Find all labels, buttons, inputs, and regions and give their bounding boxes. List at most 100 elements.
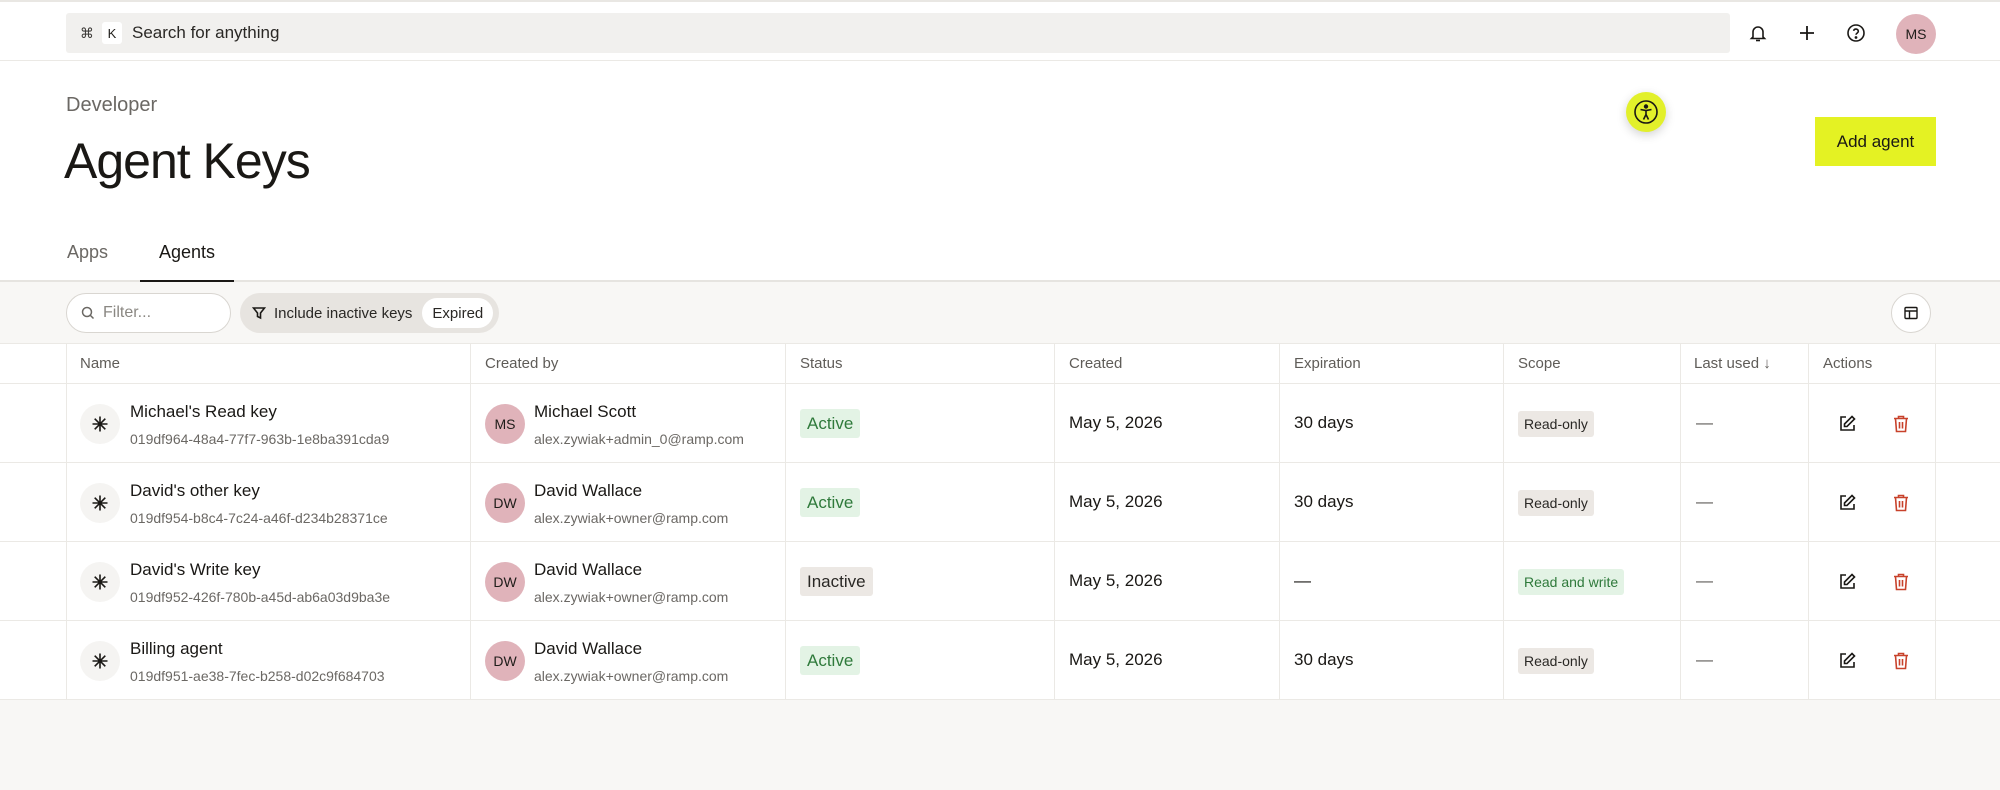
- scope-badge: Read-only: [1518, 411, 1594, 437]
- key-name[interactable]: Michael's Read key: [130, 402, 277, 422]
- add-agent-button[interactable]: Add agent: [1815, 117, 1936, 166]
- asterisk-icon: [80, 641, 120, 681]
- created-date: May 5, 2026: [1069, 413, 1163, 432]
- status-badge: Active: [800, 646, 861, 675]
- last-used-value: —: [1696, 650, 1713, 669]
- asterisk-icon: [80, 404, 120, 444]
- trash-icon[interactable]: [1888, 490, 1914, 516]
- table-row[interactable]: Michael's Read key 019df964-48a4-77f7-96…: [0, 384, 2000, 463]
- last-used-value: —: [1696, 571, 1713, 590]
- creator-email: alex.zywiak+admin_0@ramp.com: [534, 431, 744, 447]
- edit-icon[interactable]: [1834, 411, 1860, 437]
- created-date: May 5, 2026: [1069, 571, 1163, 590]
- search-label: Search for anything: [132, 23, 280, 42]
- user-avatar[interactable]: MS: [1896, 14, 1936, 54]
- creator-name: David Wallace: [534, 481, 643, 500]
- key-name[interactable]: David's other key: [130, 481, 260, 501]
- col-header-scope[interactable]: Scope: [1518, 355, 1561, 372]
- page-title: Agent Keys: [64, 133, 311, 189]
- creator-avatar: DW: [485, 641, 525, 681]
- scope-badge: Read-only: [1518, 648, 1594, 674]
- table-toolbar: Filter... Include inactive keys Expired: [0, 282, 2000, 344]
- scope-badge: Read and write: [1518, 569, 1625, 595]
- expiration-value: —: [1294, 571, 1311, 590]
- filter-chip-value[interactable]: Expired: [422, 298, 494, 328]
- tab-bar: Apps Agents: [0, 230, 2000, 282]
- agent-keys-table: Name Created by Status Created Expiratio…: [0, 344, 2000, 700]
- expiration-value: 30 days: [1294, 492, 1354, 511]
- status-badge: Active: [800, 409, 861, 438]
- col-header-created[interactable]: Created: [1069, 355, 1122, 372]
- creator-email: alex.zywiak+owner@ramp.com: [534, 589, 729, 605]
- creator-name: Michael Scott: [534, 402, 637, 421]
- col-header-status[interactable]: Status: [800, 355, 843, 372]
- creator-name: David Wallace: [534, 560, 643, 579]
- tab-agents[interactable]: Agents: [140, 242, 234, 282]
- filter-placeholder: Filter...: [103, 304, 152, 321]
- column-divider: [785, 344, 786, 700]
- col-header-name[interactable]: Name: [80, 355, 120, 372]
- col-header-actions: Actions: [1823, 355, 1873, 372]
- accessibility-icon[interactable]: [1626, 92, 1666, 132]
- key-name[interactable]: David's Write key: [130, 560, 260, 580]
- filter-chip-label: Include inactive keys: [274, 304, 413, 322]
- status-badge: Inactive: [800, 567, 873, 596]
- creator-avatar: MS: [485, 404, 525, 444]
- scope-badge: Read-only: [1518, 490, 1594, 516]
- table-row[interactable]: David's other key 019df954-b8c4-7c24-a46…: [0, 463, 2000, 542]
- table-footer-area: [0, 700, 2000, 790]
- created-date: May 5, 2026: [1069, 650, 1163, 669]
- top-bar: ⌘ K Search for anything MS: [0, 0, 2000, 61]
- last-used-value: —: [1696, 492, 1713, 511]
- table-row[interactable]: Billing agent 019df951-ae38-7fec-b258-d0…: [0, 621, 2000, 700]
- creator-email: alex.zywiak+owner@ramp.com: [534, 668, 729, 684]
- filter-input[interactable]: Filter...: [66, 293, 231, 333]
- column-divider: [1503, 344, 1504, 700]
- key-id: 019df951-ae38-7fec-b258-d02c9f684703: [130, 668, 385, 684]
- creator-avatar: DW: [485, 483, 525, 523]
- help-icon[interactable]: [1842, 19, 1870, 47]
- column-divider: [1680, 344, 1681, 700]
- k-key-hint: K: [102, 22, 122, 44]
- filter-icon: [252, 307, 266, 320]
- creator-avatar: DW: [485, 562, 525, 602]
- tab-apps[interactable]: Apps: [67, 242, 108, 263]
- key-id: 019df964-48a4-77f7-963b-1e8ba391cda9: [130, 431, 390, 447]
- created-date: May 5, 2026: [1069, 492, 1163, 511]
- bell-icon[interactable]: [1744, 19, 1772, 47]
- last-used-value: —: [1696, 413, 1713, 432]
- creator-name: David Wallace: [534, 639, 643, 658]
- key-name[interactable]: Billing agent: [130, 639, 223, 659]
- table-row[interactable]: David's Write key 019df952-426f-780b-a45…: [0, 542, 2000, 621]
- edit-icon[interactable]: [1834, 490, 1860, 516]
- expiration-value: 30 days: [1294, 650, 1354, 669]
- column-divider: [1054, 344, 1055, 700]
- trash-icon[interactable]: [1888, 648, 1914, 674]
- search-icon: [81, 306, 95, 320]
- asterisk-icon: [80, 483, 120, 523]
- col-header-created-by[interactable]: Created by: [485, 355, 558, 372]
- creator-email: alex.zywiak+owner@ramp.com: [534, 510, 729, 526]
- inactive-keys-filter-chip[interactable]: Include inactive keys Expired: [240, 293, 500, 333]
- column-divider: [66, 344, 67, 700]
- column-divider: [470, 344, 471, 700]
- asterisk-icon: [80, 562, 120, 602]
- breadcrumb[interactable]: Developer: [66, 94, 157, 117]
- trash-icon[interactable]: [1888, 411, 1914, 437]
- command-key-hint: ⌘: [80, 24, 94, 41]
- edit-icon[interactable]: [1834, 648, 1860, 674]
- col-header-last-used[interactable]: Last used ↓: [1694, 355, 1771, 372]
- column-divider: [1279, 344, 1280, 700]
- column-divider: [1935, 344, 1936, 700]
- key-id: 019df954-b8c4-7c24-a46f-d234b28371ce: [130, 510, 388, 526]
- column-divider: [1808, 344, 1809, 700]
- plus-icon[interactable]: [1793, 19, 1821, 47]
- expiration-value: 30 days: [1294, 413, 1354, 432]
- columns-icon[interactable]: [1891, 293, 1931, 333]
- global-search-bar[interactable]: ⌘ K Search for anything: [66, 13, 1730, 53]
- trash-icon[interactable]: [1888, 569, 1914, 595]
- col-header-expiration[interactable]: Expiration: [1294, 355, 1361, 372]
- status-badge: Active: [800, 488, 861, 517]
- key-id: 019df952-426f-780b-a45d-ab6a03d9ba3e: [130, 589, 391, 605]
- edit-icon[interactable]: [1834, 569, 1860, 595]
